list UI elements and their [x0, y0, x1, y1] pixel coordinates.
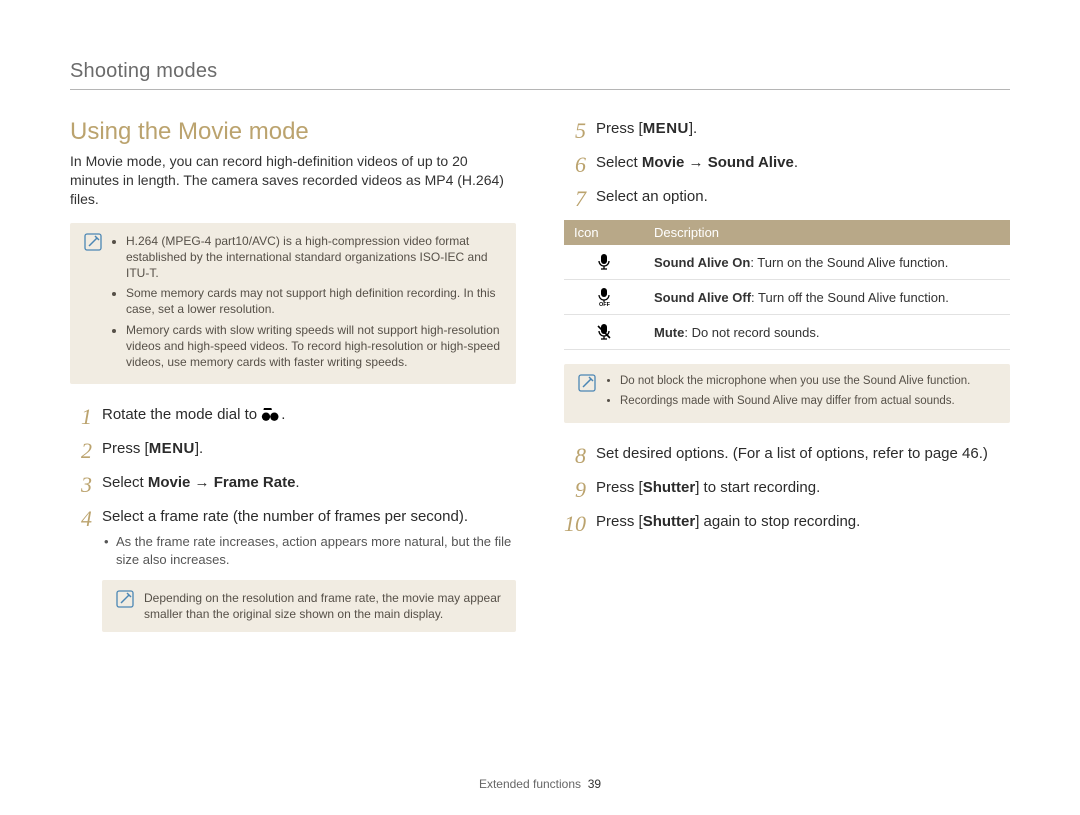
steps-left: 1 Rotate the mode dial to . 2 Press [MEN…	[70, 404, 516, 569]
mic-off-icon: OFF	[564, 280, 644, 315]
step-text: Select Movie → Frame Rate.	[102, 472, 516, 493]
footer-section: Extended functions	[479, 777, 581, 791]
text: .	[281, 406, 285, 423]
step-5: 5 Press [MENU].	[564, 118, 1010, 142]
step-number: 3	[70, 472, 92, 496]
step-number: 6	[564, 152, 586, 176]
option-label: Sound Alive Off	[654, 290, 751, 305]
step-text: Press [MENU].	[102, 438, 516, 459]
mic-mute-icon	[564, 315, 644, 350]
step-1: 1 Rotate the mode dial to .	[70, 404, 516, 428]
text: Select	[596, 154, 642, 171]
manual-page: Shooting modes Using the Movie mode In M…	[0, 0, 1080, 815]
text: Select a frame rate (the number of frame…	[102, 508, 468, 525]
step-text: Select an option.	[596, 186, 1010, 207]
step-9: 9 Press [Shutter] to start recording.	[564, 477, 1010, 501]
step-number: 9	[564, 477, 586, 501]
text: ].	[195, 440, 203, 457]
content-columns: Using the Movie mode In Movie mode, you …	[70, 118, 1010, 652]
menu-key: MENU	[643, 120, 689, 137]
option-desc: : Turn off the Sound Alive function.	[751, 290, 949, 305]
step-number: 7	[564, 186, 586, 210]
section-header: Shooting modes	[70, 60, 1010, 90]
note-icon	[578, 374, 596, 392]
step-text: Set desired options. (For a list of opti…	[596, 443, 1010, 464]
step-2: 2 Press [MENU].	[70, 438, 516, 462]
text: Select	[102, 474, 148, 491]
option-desc: : Turn on the Sound Alive function.	[750, 255, 948, 270]
step-number: 2	[70, 438, 92, 462]
step-number: 1	[70, 404, 92, 428]
text: ] again to stop recording.	[695, 513, 860, 530]
text: ].	[689, 120, 697, 137]
step-6: 6 Select Movie → Sound Alive.	[564, 152, 1010, 176]
svg-text:OFF: OFF	[599, 302, 611, 306]
note-box-3: Do not block the microphone when you use…	[564, 364, 1010, 423]
step-8: 8 Set desired options. (For a list of op…	[564, 443, 1010, 467]
note-box-2: Depending on the resolution and frame ra…	[102, 580, 516, 632]
table-header-desc: Description	[644, 220, 1010, 245]
option-label: Mute	[654, 325, 684, 340]
table-row: Sound Alive On: Turn on the Sound Alive …	[564, 245, 1010, 280]
note-list-1: H.264 (MPEG-4 part10/AVC) is a high-comp…	[112, 233, 502, 375]
note-list-3: Do not block the microphone when you use…	[606, 374, 970, 413]
text: Press [	[596, 479, 643, 496]
note-item: Do not block the microphone when you use…	[620, 374, 970, 390]
step-subnote: As the frame rate increases, action appe…	[102, 533, 516, 569]
note-item: Some memory cards may not support high d…	[126, 285, 502, 317]
step-text: Select Movie → Sound Alive.	[596, 152, 1010, 173]
page-number: 39	[588, 777, 601, 791]
step-text: Press [Shutter] again to stop recording.	[596, 511, 1010, 532]
shutter-key: Shutter	[643, 479, 696, 496]
text: Press [	[102, 440, 149, 457]
step-3: 3 Select Movie → Frame Rate.	[70, 472, 516, 496]
note-item: Recordings made with Sound Alive may dif…	[620, 394, 970, 410]
step-7: 7 Select an option.	[564, 186, 1010, 210]
steps-right-a: 5 Press [MENU]. 6 Select Movie → Sound A…	[564, 118, 1010, 210]
text: .	[794, 154, 798, 171]
note-icon	[84, 233, 102, 251]
note-item: H.264 (MPEG-4 part10/AVC) is a high-comp…	[126, 233, 502, 282]
table-cell-desc: Sound Alive On: Turn on the Sound Alive …	[644, 245, 1010, 280]
table-row: OFF Sound Alive Off: Turn off the Sound …	[564, 280, 1010, 315]
table-cell-desc: Mute: Do not record sounds.	[644, 315, 1010, 350]
step-4: 4 Select a frame rate (the number of fra…	[70, 506, 516, 569]
text: Press [	[596, 513, 643, 530]
page-title: Using the Movie mode	[70, 118, 516, 146]
text: .	[295, 474, 299, 491]
shutter-key: Shutter	[643, 513, 696, 530]
intro-paragraph: In Movie mode, you can record high-defin…	[70, 152, 516, 209]
right-column: 5 Press [MENU]. 6 Select Movie → Sound A…	[564, 118, 1010, 652]
option-desc: : Do not record sounds.	[684, 325, 819, 340]
page-footer: Extended functions 39	[0, 777, 1080, 791]
left-column: Using the Movie mode In Movie mode, you …	[70, 118, 516, 652]
step-text: Press [Shutter] to start recording.	[596, 477, 1010, 498]
step-number: 4	[70, 506, 92, 530]
step-text: Select a frame rate (the number of frame…	[102, 506, 516, 569]
text: Press [	[596, 120, 643, 137]
mic-on-icon	[564, 245, 644, 280]
step-text: Press [MENU].	[596, 118, 1010, 139]
options-table: Icon Description Sound Alive On: Turn on…	[564, 220, 1010, 350]
note-icon	[116, 590, 134, 608]
steps-right-b: 8 Set desired options. (For a list of op…	[564, 443, 1010, 535]
step-number: 10	[564, 511, 586, 535]
bold-path: Movie → Sound Alive	[642, 154, 794, 171]
note-text: Depending on the resolution and frame ra…	[144, 590, 502, 622]
table-cell-desc: Sound Alive Off: Turn off the Sound Aliv…	[644, 280, 1010, 315]
table-row: Mute: Do not record sounds.	[564, 315, 1010, 350]
movie-mode-icon	[261, 408, 281, 422]
bold-path: Movie → Frame Rate	[148, 474, 296, 491]
note-item: Memory cards with slow writing speeds wi…	[126, 322, 502, 371]
step-10: 10 Press [Shutter] again to stop recordi…	[564, 511, 1010, 535]
step-number: 5	[564, 118, 586, 142]
step-number: 8	[564, 443, 586, 467]
text: Rotate the mode dial to	[102, 406, 261, 423]
table-header-icon: Icon	[564, 220, 644, 245]
note-box-1: H.264 (MPEG-4 part10/AVC) is a high-comp…	[70, 223, 516, 385]
step-text: Rotate the mode dial to .	[102, 404, 516, 425]
option-label: Sound Alive On	[654, 255, 750, 270]
text: ] to start recording.	[695, 479, 820, 496]
menu-key: MENU	[149, 440, 195, 457]
